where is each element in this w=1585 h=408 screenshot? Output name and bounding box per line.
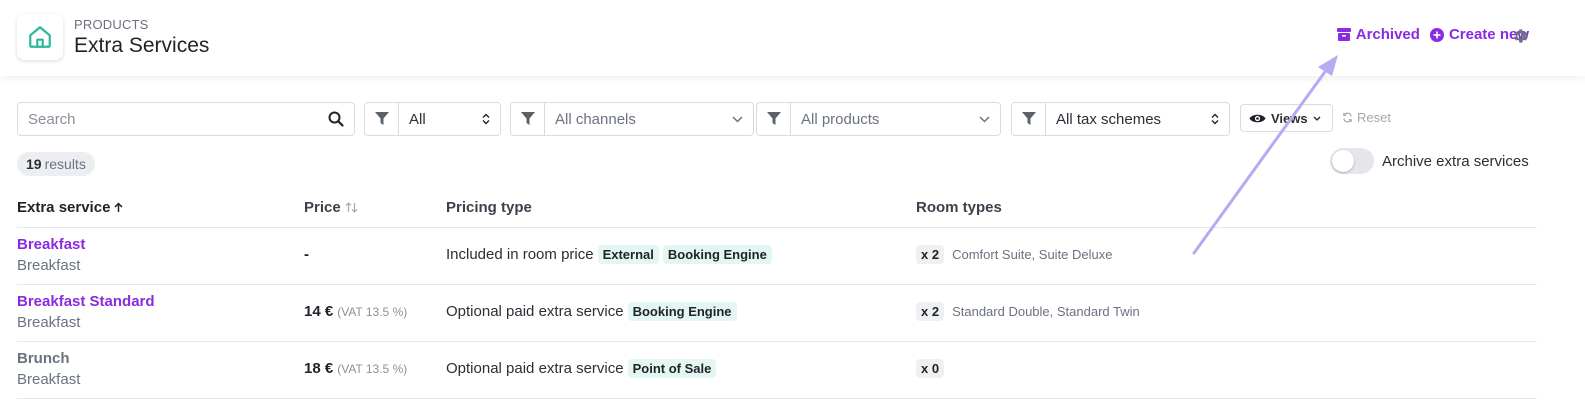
room-count-badge: x 2 bbox=[916, 245, 945, 264]
pricing-type-text: Included in room price bbox=[446, 246, 594, 263]
room-types-list: Comfort Suite, Suite Deluxe bbox=[952, 247, 1113, 262]
home-button[interactable] bbox=[17, 14, 63, 60]
products-select[interactable]: All products bbox=[791, 103, 1000, 135]
gear-icon[interactable] bbox=[1511, 27, 1529, 45]
column-header-extra-service[interactable]: Extra service bbox=[17, 199, 123, 216]
vat-label: (VAT 13.5 %) bbox=[337, 305, 408, 319]
divider bbox=[17, 398, 1537, 399]
price-cell: 14 € (VAT 13.5 %) bbox=[304, 303, 407, 320]
price-cell: - bbox=[304, 246, 309, 263]
service-name-link[interactable]: Brunch bbox=[17, 350, 70, 367]
column-header-price[interactable]: Price bbox=[304, 199, 358, 216]
pricing-type-text: Optional paid extra service bbox=[446, 303, 624, 320]
products-value: All products bbox=[801, 110, 880, 128]
divider bbox=[17, 341, 1537, 342]
room-types-cell: x 0 bbox=[916, 359, 945, 378]
chevron-down-icon bbox=[732, 115, 743, 123]
home-icon bbox=[29, 26, 51, 48]
status-filter[interactable]: All bbox=[364, 102, 501, 136]
views-label: Views bbox=[1271, 110, 1308, 126]
channel-tag: External bbox=[597, 245, 659, 264]
search-box[interactable] bbox=[17, 102, 355, 136]
archive-icon bbox=[1336, 28, 1351, 41]
results-label: results bbox=[44, 156, 86, 172]
search-input[interactable] bbox=[28, 110, 328, 128]
sort-arrows-icon bbox=[482, 113, 490, 125]
price-value: - bbox=[304, 246, 309, 263]
divider bbox=[17, 284, 1537, 285]
channel-tag: Point of Sale bbox=[627, 359, 717, 378]
archive-toggle[interactable] bbox=[1330, 148, 1374, 174]
column-header-pricing-type: Pricing type bbox=[446, 199, 532, 216]
service-category: Breakfast bbox=[17, 314, 81, 331]
reset-button[interactable]: Reset bbox=[1342, 110, 1391, 125]
pricing-type-cell: Included in room price External Booking … bbox=[446, 245, 772, 264]
page-title: Extra Services bbox=[74, 34, 210, 57]
tax-scheme-value: All tax schemes bbox=[1056, 110, 1162, 128]
tax-scheme-filter[interactable]: All tax schemes bbox=[1011, 102, 1230, 136]
archive-toggle-label: Archive extra services bbox=[1382, 152, 1529, 170]
divider bbox=[17, 227, 1537, 228]
header-actions: Archived Create new bbox=[1336, 26, 1529, 43]
vat-label: (VAT 13.5 %) bbox=[337, 362, 408, 376]
tax-scheme-select[interactable]: All tax schemes bbox=[1046, 103, 1229, 135]
products-filter[interactable]: All products bbox=[756, 102, 1001, 136]
chevron-down-icon bbox=[979, 115, 990, 123]
column-header-label: Extra service bbox=[17, 199, 111, 216]
toggle-knob bbox=[1332, 150, 1354, 172]
service-name-link[interactable]: Breakfast bbox=[17, 236, 85, 253]
status-select[interactable]: All bbox=[399, 103, 500, 135]
archived-label: Archived bbox=[1355, 26, 1420, 43]
service-name-link[interactable]: Breakfast Standard bbox=[17, 293, 155, 310]
price-cell: 18 € (VAT 13.5 %) bbox=[304, 360, 407, 377]
room-types-list: Standard Double, Standard Twin bbox=[952, 304, 1140, 319]
eye-icon bbox=[1249, 114, 1266, 122]
price-value: 18 € bbox=[304, 360, 334, 377]
results-badge: 19 results bbox=[17, 152, 95, 176]
archive-toggle-row: Archive extra services bbox=[1330, 148, 1529, 174]
filter-icon bbox=[365, 103, 399, 135]
price-value: 14 € bbox=[304, 303, 334, 320]
channel-tag: Booking Engine bbox=[662, 245, 772, 264]
room-count-badge: x 2 bbox=[916, 302, 945, 321]
channels-filter[interactable]: All channels bbox=[510, 102, 754, 136]
filter-icon bbox=[511, 103, 545, 135]
filter-icon bbox=[757, 103, 791, 135]
room-types-cell: x 2 Standard Double, Standard Twin bbox=[916, 302, 1140, 321]
status-value: All bbox=[409, 110, 426, 128]
channel-tag: Booking Engine bbox=[627, 302, 737, 321]
column-header-label: Room types bbox=[916, 199, 1002, 216]
sort-icon bbox=[345, 202, 358, 213]
sort-arrows-icon bbox=[1211, 113, 1219, 125]
refresh-icon bbox=[1343, 112, 1352, 123]
channels-value: All channels bbox=[555, 110, 636, 128]
channels-select[interactable]: All channels bbox=[545, 103, 753, 135]
results-count: 19 bbox=[26, 156, 42, 172]
archived-button[interactable]: Archived bbox=[1336, 26, 1420, 43]
column-header-label: Price bbox=[304, 199, 341, 216]
chevron-down-icon bbox=[1313, 116, 1321, 121]
plus-circle-icon bbox=[1429, 27, 1444, 42]
room-count-badge: x 0 bbox=[916, 359, 945, 378]
filter-icon bbox=[1012, 103, 1046, 135]
reset-label: Reset bbox=[1357, 110, 1391, 125]
service-category: Breakfast bbox=[17, 257, 81, 274]
column-header-label: Pricing type bbox=[446, 199, 532, 216]
service-category: Breakfast bbox=[17, 371, 81, 388]
pricing-type-text: Optional paid extra service bbox=[446, 360, 624, 377]
room-types-cell: x 2 Comfort Suite, Suite Deluxe bbox=[916, 245, 1112, 264]
pricing-type-cell: Optional paid extra service Booking Engi… bbox=[446, 302, 737, 321]
breadcrumb: PRODUCTS bbox=[74, 17, 149, 32]
views-button[interactable]: Views bbox=[1240, 104, 1333, 132]
search-icon[interactable] bbox=[328, 111, 344, 127]
page-header: PRODUCTS Extra Services Archived Create … bbox=[0, 0, 1585, 76]
column-header-room-types: Room types bbox=[916, 199, 1002, 216]
arrow-up-icon bbox=[114, 202, 123, 212]
pricing-type-cell: Optional paid extra service Point of Sal… bbox=[446, 359, 717, 378]
